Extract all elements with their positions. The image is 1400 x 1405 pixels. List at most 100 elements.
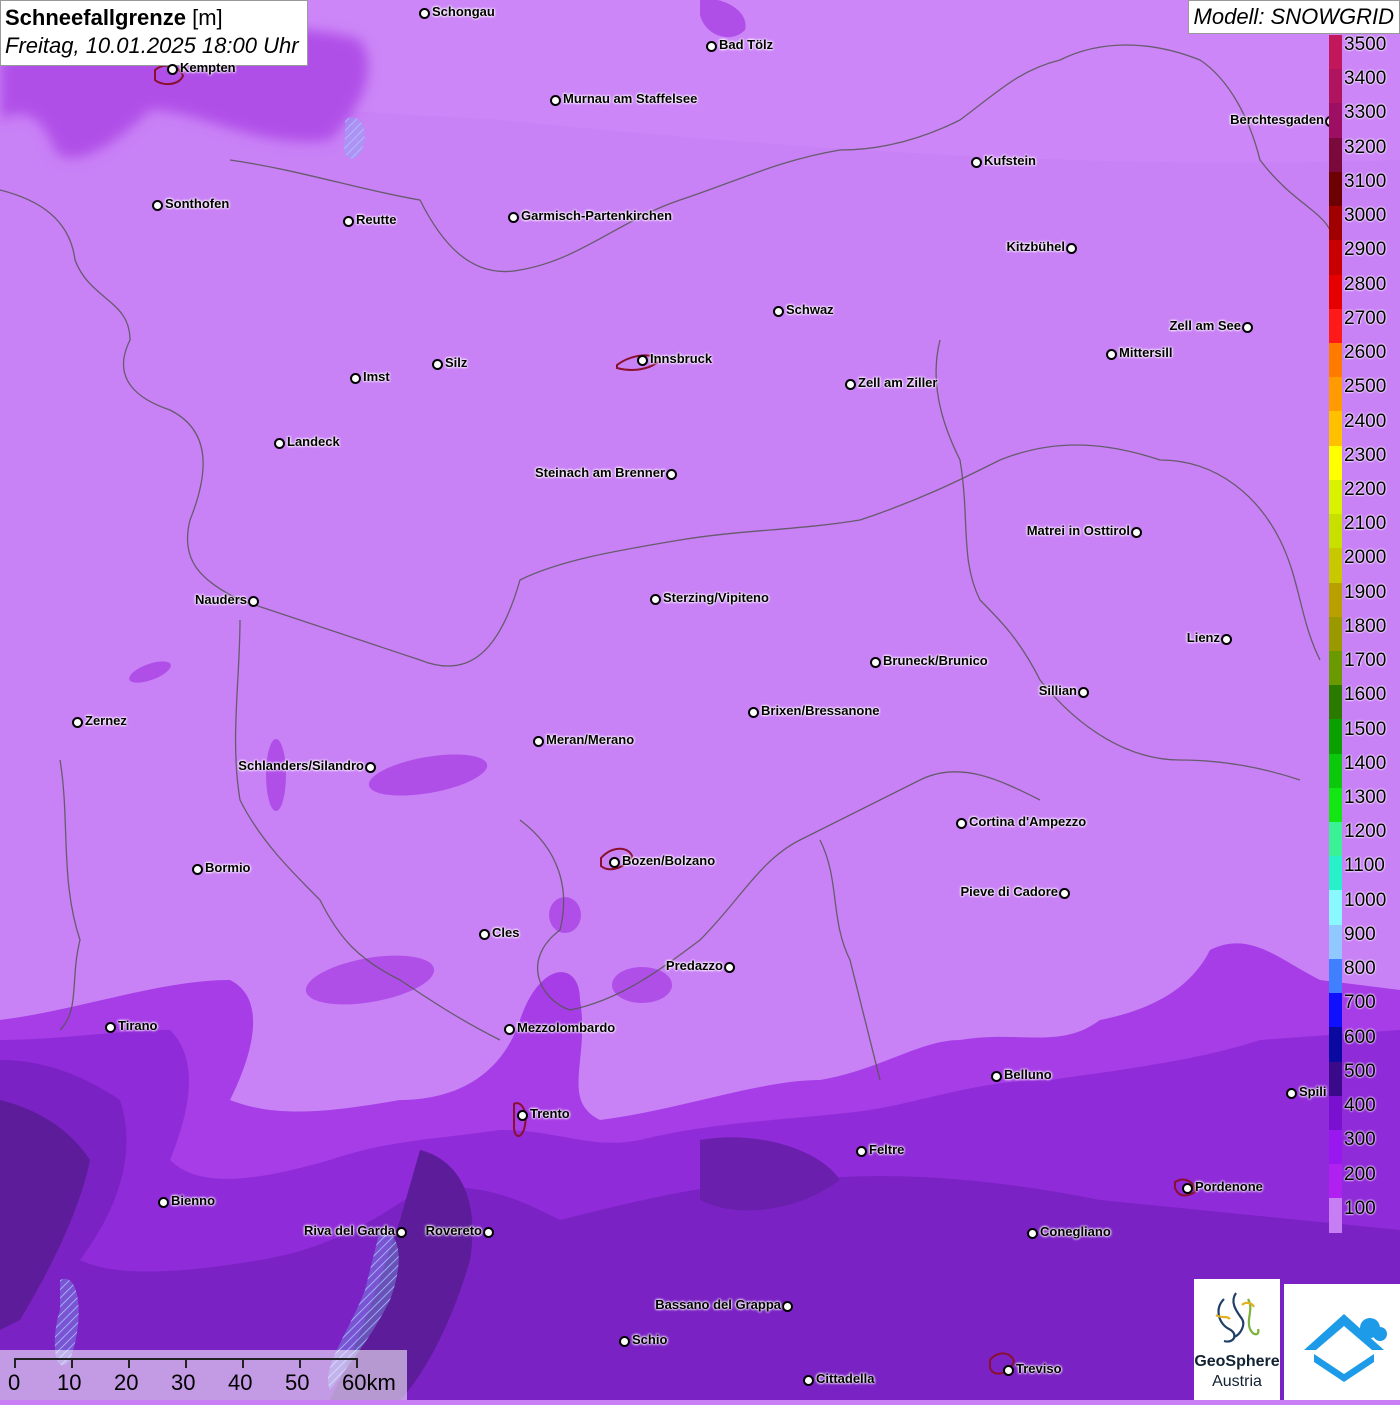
- legend-swatch: [1329, 1061, 1342, 1096]
- legend-label: 100: [1344, 1197, 1376, 1219]
- legend-label: 3400: [1344, 68, 1387, 90]
- map-title: Schneefallgrenze [m]: [5, 5, 299, 31]
- legend-swatch: [1329, 616, 1342, 651]
- city-label: Garmisch-Partenkirchen: [521, 208, 673, 223]
- city-marker-icon: [956, 818, 967, 829]
- city-label: Meran/Merano: [546, 732, 635, 747]
- city-marker-icon: [619, 1336, 630, 1347]
- city-label: Steinach am Brenner: [534, 465, 665, 480]
- app-logo: [1284, 1284, 1400, 1400]
- city-marker-icon: [1242, 322, 1253, 333]
- legend-swatch: [1329, 35, 1342, 70]
- city-label: Zell am See: [1169, 318, 1241, 333]
- title-text: Schneefallgrenze: [5, 5, 186, 30]
- city-marker-icon: [782, 1301, 793, 1312]
- legend-label: 3500: [1344, 34, 1387, 55]
- city-marker-icon: [666, 469, 677, 480]
- legend-label: 1900: [1344, 581, 1387, 603]
- legend-swatch: [1329, 308, 1342, 343]
- legend-label: 300: [1344, 1129, 1376, 1151]
- city-marker-icon: [845, 379, 856, 390]
- scale-tick: [299, 1358, 301, 1368]
- city-label: Innsbruck: [650, 351, 713, 366]
- legend-label: 2400: [1344, 410, 1387, 432]
- legend-swatch: [1329, 377, 1342, 412]
- city-marker-icon: [508, 212, 519, 223]
- city-marker-icon: [483, 1227, 494, 1238]
- city-marker-icon: [1066, 243, 1077, 254]
- legend-swatch: [1329, 137, 1342, 172]
- city-marker-icon: [1078, 687, 1089, 698]
- city-marker-icon: [396, 1227, 407, 1238]
- city-label: Mittersill: [1119, 345, 1173, 360]
- city-marker-icon: [479, 929, 490, 940]
- scale-tick: [128, 1358, 130, 1368]
- city-marker-icon: [1182, 1183, 1193, 1194]
- legend-label: 500: [1344, 1060, 1376, 1082]
- city-marker-icon: [706, 41, 717, 52]
- city-marker-icon: [773, 306, 784, 317]
- legend-label: 2300: [1344, 444, 1387, 466]
- legend-label: 3300: [1344, 102, 1387, 124]
- legend-swatch: [1329, 479, 1342, 515]
- scale-tick: [71, 1358, 73, 1368]
- city-marker-icon: [1106, 349, 1117, 360]
- city-label: Pordenone: [1195, 1179, 1263, 1194]
- city-label: Berchtesgaden: [1230, 112, 1324, 127]
- city-marker-icon: [158, 1197, 169, 1208]
- city-label: Bozen/Bolzano: [622, 853, 716, 868]
- city-label: Schongau: [432, 4, 495, 19]
- legend-swatch: [1329, 240, 1342, 275]
- city-label: Matrei in Osttirol: [1026, 523, 1130, 538]
- legend-swatch: [1329, 171, 1342, 207]
- city-marker-icon: [248, 596, 259, 607]
- city-label: Predazzo: [665, 958, 723, 973]
- city-label: Sterzing/Vipiteno: [663, 590, 769, 605]
- city-label: Kufstein: [984, 153, 1036, 168]
- city-label: Conegliano: [1040, 1224, 1111, 1239]
- scale-label: 10: [57, 1370, 82, 1395]
- legend-swatch: [1329, 1027, 1342, 1062]
- legend-swatch: [1329, 719, 1342, 754]
- legend-swatch: [1329, 1164, 1342, 1199]
- city-marker-icon: [1059, 888, 1070, 899]
- legend-swatch: [1329, 856, 1342, 891]
- city-label: Rovereto: [425, 1223, 482, 1238]
- legend-swatch: [1329, 822, 1342, 857]
- city-marker-icon: [803, 1375, 814, 1386]
- city-marker-icon: [152, 200, 163, 211]
- city-label: Kempten: [180, 60, 236, 75]
- city-label: Riva del Garda: [303, 1223, 395, 1238]
- city-marker-icon: [192, 864, 203, 875]
- legend-swatch: [1329, 548, 1342, 583]
- legend-swatch: [1329, 206, 1342, 241]
- legend-label: 700: [1344, 992, 1376, 1014]
- legend-label: 1000: [1344, 889, 1387, 911]
- city-marker-icon: [432, 359, 443, 370]
- city-marker-icon: [419, 8, 430, 19]
- city-marker-icon: [748, 707, 759, 718]
- map-datetime: Freitag, 10.01.2025 18:00 Uhr: [5, 33, 299, 58]
- scale-label: 50: [285, 1370, 310, 1395]
- city-label: Sonthofen: [165, 196, 230, 211]
- city-label: Belluno: [1004, 1067, 1052, 1082]
- legend-label: 3100: [1344, 170, 1387, 192]
- city-label: Pieve di Cadore: [960, 884, 1058, 899]
- legend-label: 2600: [1344, 342, 1387, 364]
- city-label: Tirano: [118, 1018, 158, 1033]
- legend-swatch: [1329, 514, 1342, 549]
- scale-bar: 0 10 20 30 40 50 60km: [0, 1350, 407, 1400]
- city-label: Sillian: [1038, 683, 1077, 698]
- legend-label: 1400: [1344, 752, 1387, 774]
- legend-label: 1100: [1344, 855, 1385, 877]
- legend-swatch: [1329, 924, 1342, 959]
- geosphere-austria-logo: GeoSphere Austria: [1194, 1279, 1280, 1400]
- city-marker-icon: [274, 438, 285, 449]
- scale-label: 20: [114, 1370, 139, 1395]
- city-marker-icon: [504, 1024, 515, 1035]
- city-label: Treviso: [1016, 1361, 1062, 1376]
- city-marker-icon: [1003, 1365, 1014, 1376]
- city-label: Schwaz: [786, 302, 834, 317]
- city-marker-icon: [350, 373, 361, 384]
- cloud-arrow-icon: [1304, 1314, 1387, 1382]
